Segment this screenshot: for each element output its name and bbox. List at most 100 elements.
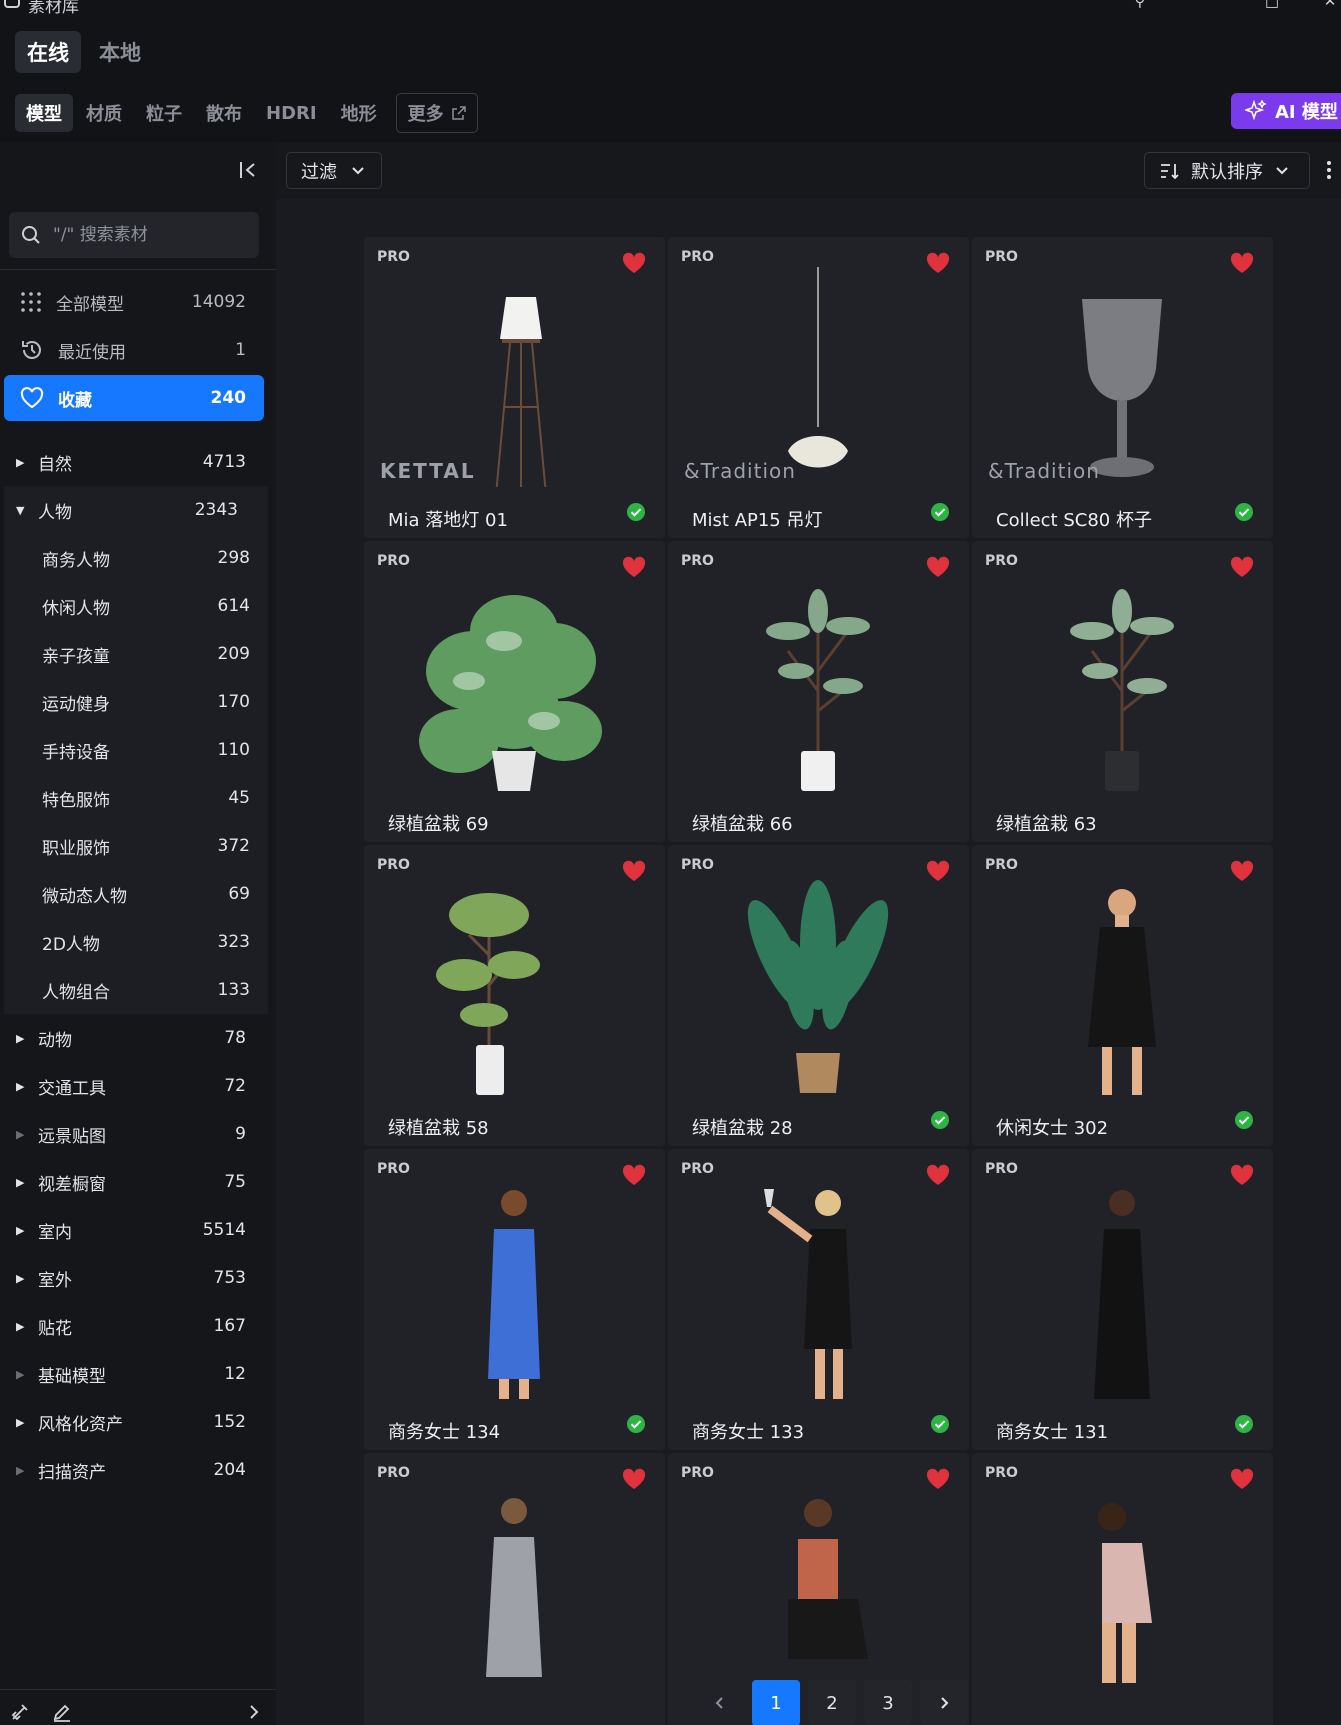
tab-particle[interactable]: 粒子 bbox=[135, 94, 193, 132]
page-1-button[interactable]: 1 bbox=[752, 1680, 800, 1725]
asset-card[interactable]: PRO 休闲女士 302 bbox=[972, 845, 1273, 1146]
tree-subitem[interactable]: 特色服饰 45 bbox=[4, 774, 268, 822]
tab-local[interactable]: 本地 bbox=[87, 31, 153, 73]
chevron-right-icon bbox=[941, 1697, 949, 1709]
pro-badge: PRO bbox=[985, 249, 1018, 265]
asset-card[interactable]: PRO &Tradition Mist AP15 吊灯 bbox=[668, 237, 969, 538]
tree-subitem[interactable]: 运动健身 170 bbox=[4, 678, 268, 726]
tree-subitem[interactable]: 休闲人物 614 bbox=[4, 582, 268, 630]
maximize-icon[interactable]: □ bbox=[1262, 0, 1282, 10]
asset-card[interactable]: PRO &Tradition Collect SC80 杯子 bbox=[972, 237, 1273, 538]
tree-item[interactable]: ▶ 交通工具 72 bbox=[0, 1062, 276, 1110]
tab-more-label: 更多 bbox=[407, 104, 444, 125]
tree-subitem[interactable]: 2D人物 323 bbox=[4, 918, 268, 966]
more-vertical-icon[interactable] bbox=[1326, 160, 1332, 180]
pro-badge: PRO bbox=[985, 1161, 1018, 1177]
tree-subitem-count: 614 bbox=[217, 596, 250, 616]
caret-right-icon: ▶ bbox=[16, 1031, 25, 1045]
tree-item[interactable]: ▶ 风格化资产 152 bbox=[0, 1398, 276, 1446]
chevron-down-icon bbox=[1276, 166, 1288, 174]
pro-badge: PRO bbox=[377, 249, 410, 265]
tree-subitem[interactable]: 亲子孩童 209 bbox=[4, 630, 268, 678]
tab-scatter[interactable]: 散布 bbox=[195, 94, 253, 132]
close-icon[interactable]: ✕ bbox=[1320, 0, 1340, 10]
caret-right-icon: ▶ bbox=[16, 1127, 25, 1141]
tree-item[interactable]: ▶ 基础模型 12 bbox=[0, 1350, 276, 1398]
asset-card[interactable]: PRO 绿植盆栽 58 bbox=[364, 845, 665, 1146]
filter-button[interactable]: 过滤 bbox=[286, 152, 382, 189]
tree-subitem-label: 手持设备 bbox=[42, 742, 110, 763]
sidebar-item-recent[interactable]: 最近使用 1 bbox=[4, 327, 264, 373]
asset-card[interactable]: PRO 绿植盆栽 66 bbox=[668, 541, 969, 842]
prev-page-button[interactable] bbox=[696, 1680, 744, 1725]
edit-icon[interactable] bbox=[52, 1702, 72, 1722]
caret-right-icon: ▶ bbox=[16, 1319, 25, 1333]
tools-icon[interactable] bbox=[10, 1702, 30, 1722]
tree-subitem-count: 69 bbox=[228, 884, 250, 904]
tree-subitem[interactable]: 商务人物 298 bbox=[4, 534, 268, 582]
window-title: 素材库 bbox=[28, 0, 79, 17]
tree-item[interactable]: ▶ 动物 78 bbox=[0, 1014, 276, 1062]
brand-watermark: KETTAL bbox=[380, 459, 476, 483]
tab-material[interactable]: 材质 bbox=[75, 94, 133, 132]
tree-item-people[interactable]: ▼ 人物 2343 bbox=[0, 486, 268, 534]
thumbnail-plant-white-pot bbox=[766, 589, 870, 791]
sparkle-icon bbox=[1245, 100, 1267, 121]
tree-subitem[interactable]: 微动态人物 69 bbox=[4, 870, 268, 918]
tab-terrain[interactable]: 地形 bbox=[330, 94, 388, 132]
asset-card[interactable]: PRO 绿植盆栽 63 bbox=[972, 541, 1273, 842]
tree-item[interactable]: ▶ 视差橱窗 75 bbox=[0, 1158, 276, 1206]
asset-name: 商务女士 133 bbox=[692, 1422, 805, 1443]
collapse-sidebar-icon[interactable] bbox=[237, 159, 259, 181]
toolbar: 过滤 默认排序 bbox=[276, 142, 1341, 199]
pro-badge: PRO bbox=[377, 553, 410, 569]
asset-card[interactable]: PRO 商务女士 133 bbox=[668, 1149, 969, 1450]
tree-subitem[interactable]: 职业服饰 372 bbox=[4, 822, 268, 870]
ai-model-button[interactable]: AI 模型 bbox=[1231, 93, 1341, 129]
tree-subitem[interactable]: 人物组合 133 bbox=[4, 966, 268, 1014]
sidebar-item-count: 1 bbox=[235, 340, 246, 360]
thumbnail-floor-lamp bbox=[495, 297, 547, 487]
asset-card[interactable]: PRO 商务女士 131 bbox=[972, 1149, 1273, 1450]
page-3-button[interactable]: 3 bbox=[864, 1680, 912, 1725]
sidebar-item-all-models[interactable]: 全部模型 14092 bbox=[4, 279, 264, 325]
ai-model-label: AI 模型 bbox=[1275, 102, 1338, 123]
thumbnail-woman-crouching bbox=[1098, 1503, 1152, 1683]
sidebar-item-favorites[interactable]: 收藏 240 bbox=[4, 375, 264, 421]
tree-item[interactable]: ▶ 室外 753 bbox=[0, 1254, 276, 1302]
next-page-button[interactable] bbox=[920, 1680, 968, 1725]
pin-icon[interactable]: ⚲ bbox=[1130, 0, 1150, 10]
pro-badge: PRO bbox=[377, 1465, 410, 1481]
tree-item-count: 72 bbox=[224, 1076, 246, 1096]
sidebar-item-label: 全部模型 bbox=[56, 294, 124, 315]
asset-name: 绿植盆栽 66 bbox=[692, 814, 793, 835]
asset-card[interactable]: PRO 绿植盆栽 28 bbox=[668, 845, 969, 1146]
thumbnail-monstera-plant bbox=[419, 595, 602, 791]
asset-card[interactable]: PRO 绿植盆栽 69 bbox=[364, 541, 665, 842]
asset-card[interactable]: PRO bbox=[972, 1453, 1273, 1725]
caret-down-icon: ▼ bbox=[16, 503, 25, 517]
tree-item[interactable]: ▶ 贴花 167 bbox=[0, 1302, 276, 1350]
tree-item[interactable]: ▶ 扫描资产 204 bbox=[0, 1446, 276, 1494]
tree-subitem[interactable]: 手持设备 110 bbox=[4, 726, 268, 774]
asset-card[interactable]: PRO bbox=[364, 1453, 665, 1725]
tab-model[interactable]: 模型 bbox=[15, 94, 73, 132]
caret-right-icon: ▶ bbox=[16, 1223, 25, 1237]
asset-card[interactable]: PRO 商务女士 134 bbox=[364, 1149, 665, 1450]
tree-item-count: 167 bbox=[213, 1316, 246, 1336]
page-2-button[interactable]: 2 bbox=[808, 1680, 856, 1725]
check-circle-icon bbox=[627, 1415, 645, 1433]
tree-item[interactable]: ▶ 室内 5514 bbox=[0, 1206, 276, 1254]
search-input[interactable] bbox=[53, 225, 243, 245]
tab-hdri[interactable]: HDRI bbox=[255, 97, 328, 130]
tree-item[interactable]: ▶ 远景贴图 9 bbox=[0, 1110, 276, 1158]
sort-button[interactable]: 默认排序 bbox=[1144, 152, 1310, 189]
chevron-right-icon[interactable] bbox=[244, 1702, 264, 1722]
grid-icon bbox=[21, 292, 41, 312]
tab-more[interactable]: 更多 bbox=[395, 93, 478, 133]
tree-item-count: 4713 bbox=[202, 452, 246, 472]
tree-subitem-label: 休闲人物 bbox=[42, 598, 110, 619]
tab-online[interactable]: 在线 bbox=[15, 31, 81, 73]
asset-card[interactable]: PRO KETTAL Mia 落地灯 01 bbox=[364, 237, 665, 538]
tree-item-nature[interactable]: ▶ 自然 4713 bbox=[0, 438, 276, 486]
